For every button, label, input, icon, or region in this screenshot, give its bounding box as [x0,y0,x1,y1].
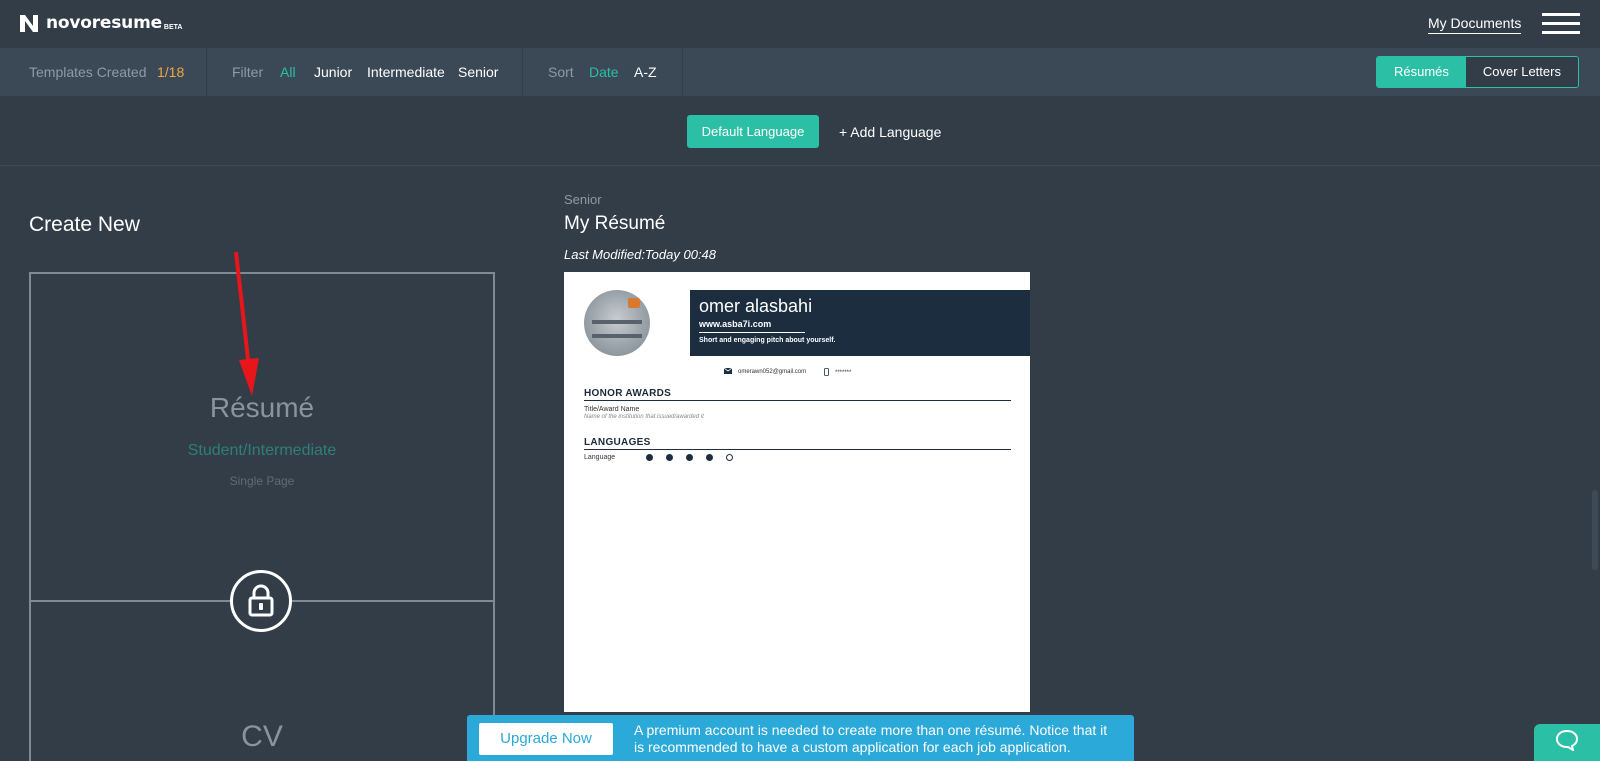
cv-card-title: CV [241,720,283,753]
templates-created-count: 1/18 [157,64,185,80]
lock-icon [230,570,292,632]
resume-email-text: omerawn052@gmail.com [738,369,807,375]
top-bar: novoresume BETA My Documents [0,0,1600,48]
templates-created-label: Templates Created [29,64,147,80]
email-icon [723,367,733,376]
upgrade-now-button[interactable]: Upgrade Now [479,723,613,755]
logo-beta-badge: BETA [163,23,183,31]
resume-name: omer alasbahi [699,296,813,316]
filter-intermediate[interactable]: Intermediate [367,64,445,80]
resume-section-awards: HONOR AWARDS [584,388,1011,401]
filter-senior[interactable]: Senior [458,64,498,80]
document-last-modified: Last Modified:Today 00:48 [564,247,717,262]
resume-section-languages: LANGUAGES [584,437,1011,450]
language-level-dot [666,454,673,461]
hamburger-menu-icon[interactable] [1542,13,1580,34]
filter-junior[interactable]: Junior [314,64,352,80]
language-level-dot [646,454,653,461]
resume-card-subtitle: Student/Intermediate [187,442,337,459]
logo[interactable]: novoresume BETA [18,12,182,34]
chat-button[interactable] [1534,724,1600,761]
resume-award-title: Title/Award Name [584,406,640,413]
sort-az[interactable]: A-Z [634,64,657,80]
resume-card-pages: Single Page [229,474,295,488]
resume-phone-text: ******* [835,370,852,376]
upgrade-banner: Upgrade Now A premium account is needed … [467,715,1134,761]
language-level-dot [686,454,693,461]
default-language-button[interactable]: Default Language [687,115,819,148]
filter-all[interactable]: All [280,64,296,80]
resumes-tab[interactable]: Résumés [1377,57,1466,87]
resume-pitch: Short and engaging pitch about yourself. [699,337,836,344]
novoresume-logo-icon [18,12,40,34]
upgrade-banner-text: A premium account is needed to create mo… [634,722,1108,755]
filter-label: Filter [232,64,264,80]
page-scrollbar-thumb[interactable] [1592,490,1598,570]
resume-award-subtitle: Name of the institution that issued/awar… [584,414,704,420]
sort-label: Sort [548,64,574,80]
red-arrow-annotation-icon [234,251,259,396]
resume-language-name: Language [584,454,616,461]
resume-website: www.asba7i.com [699,319,805,333]
create-new-heading: Create New [29,213,140,236]
page-scrollbar[interactable] [1590,166,1600,761]
logo-text: novoresume [46,13,162,33]
sort-date[interactable]: Date [589,64,619,80]
document-type-toggle: Résumés Cover Letters [1376,56,1579,88]
document-level: Senior [564,192,602,207]
language-bar: Default Language + Add Language [0,96,1600,166]
resume-email: omerawn052@gmail.com [723,367,807,376]
profile-photo [584,290,650,356]
resume-preview[interactable]: omer alasbahi www.asba7i.com Short and e… [564,272,1030,712]
filter-bar: Templates Created 1/18 Filter All Junior… [0,48,1600,96]
resume-phone: ******* [824,368,851,378]
language-level-dot [726,454,733,461]
resume-header-block: omer alasbahi www.asba7i.com Short and e… [690,290,1030,356]
my-documents-link[interactable]: My Documents [1428,15,1522,34]
add-language-button[interactable]: + Add Language [839,124,941,140]
language-level-dot [706,454,713,461]
chat-bubble-icon [1555,729,1579,756]
phone-icon [824,368,829,378]
cover-letters-tab[interactable]: Cover Letters [1465,57,1578,87]
document-title[interactable]: My Résumé [564,213,665,235]
